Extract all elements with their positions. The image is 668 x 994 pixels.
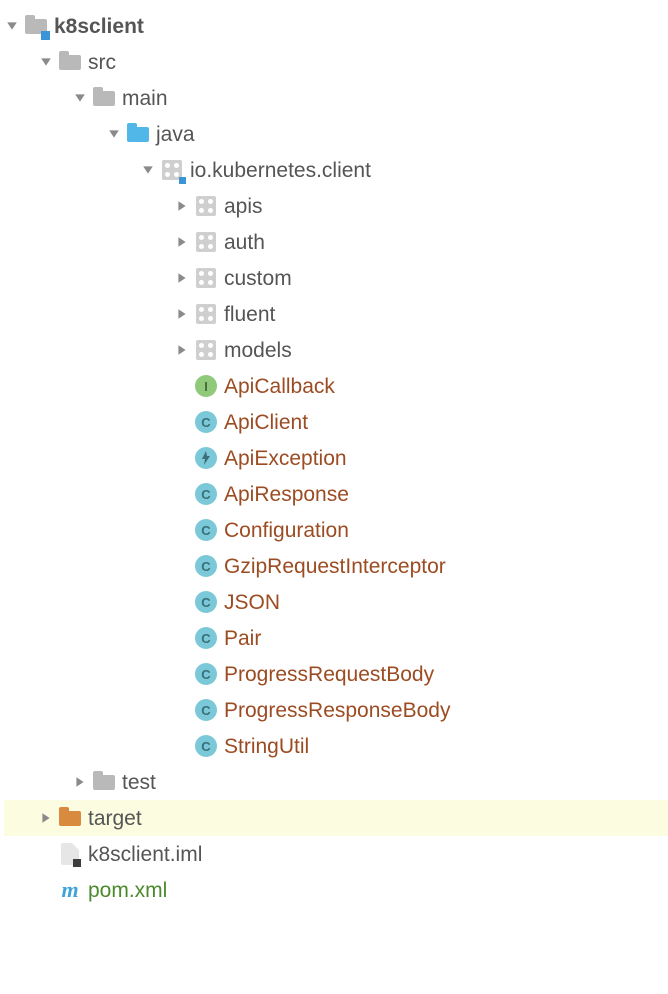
maven-icon: m <box>58 878 82 902</box>
tree-item-label: models <box>224 340 292 361</box>
class-icon: C <box>194 590 218 614</box>
expand-arrow-open[interactable] <box>106 126 122 142</box>
tree-item-label: auth <box>224 232 265 253</box>
tree-item-class[interactable]: ApiException <box>4 440 668 476</box>
exception-icon <box>194 446 218 470</box>
package-icon <box>194 338 218 362</box>
tree-item-class[interactable]: C ProgressRequestBody <box>4 656 668 692</box>
tree-item-class[interactable]: C Pair <box>4 620 668 656</box>
tree-item-label: JSON <box>224 592 280 613</box>
tree-item-package[interactable]: io.kubernetes.client <box>4 152 668 188</box>
package-icon <box>194 230 218 254</box>
tree-item-label: ProgressResponseBody <box>224 700 450 721</box>
tree-item-label: apis <box>224 196 263 217</box>
tree-item-java[interactable]: java <box>4 116 668 152</box>
folder-icon <box>58 806 82 830</box>
tree-item-label: Configuration <box>224 520 349 541</box>
tree-item-subpackage[interactable]: models <box>4 332 668 368</box>
class-icon: C <box>194 518 218 542</box>
class-icon: C <box>194 482 218 506</box>
package-icon <box>194 302 218 326</box>
tree-item-iml[interactable]: k8sclient.iml <box>4 836 668 872</box>
tree-item-target[interactable]: target <box>4 800 668 836</box>
tree-item-class[interactable]: C ApiResponse <box>4 476 668 512</box>
tree-item-label: test <box>122 772 156 793</box>
expand-arrow-open[interactable] <box>140 162 156 178</box>
expand-arrow-closed[interactable] <box>174 270 190 286</box>
folder-icon <box>92 770 116 794</box>
project-tree: k8sclient src main java io.kubernetes.cl… <box>4 8 668 908</box>
class-icon: C <box>194 662 218 686</box>
tree-item-label: io.kubernetes.client <box>190 160 371 181</box>
expand-arrow-open[interactable] <box>4 18 20 34</box>
tree-item-class[interactable]: C GzipRequestInterceptor <box>4 548 668 584</box>
expand-arrow-open[interactable] <box>72 90 88 106</box>
folder-icon <box>92 86 116 110</box>
tree-item-label: target <box>88 808 142 829</box>
tree-item-label: java <box>156 124 195 145</box>
iml-file-icon <box>58 842 82 866</box>
tree-item-subpackage[interactable]: apis <box>4 188 668 224</box>
tree-item-label: GzipRequestInterceptor <box>224 556 446 577</box>
tree-item-label: ProgressRequestBody <box>224 664 434 685</box>
tree-item-label: fluent <box>224 304 275 325</box>
tree-item-main[interactable]: main <box>4 80 668 116</box>
tree-item-class[interactable]: C StringUtil <box>4 728 668 764</box>
tree-item-test[interactable]: test <box>4 764 668 800</box>
class-icon: C <box>194 626 218 650</box>
package-icon <box>160 158 184 182</box>
tree-item-subpackage[interactable]: fluent <box>4 296 668 332</box>
tree-item-label: k8sclient <box>54 16 144 37</box>
tree-item-label: ApiCallback <box>224 376 335 397</box>
class-icon: C <box>194 410 218 434</box>
tree-item-label: main <box>122 88 168 109</box>
tree-item-subpackage[interactable]: auth <box>4 224 668 260</box>
tree-item-class[interactable]: C ProgressResponseBody <box>4 692 668 728</box>
tree-item-label: custom <box>224 268 292 289</box>
class-icon: C <box>194 554 218 578</box>
class-icon: C <box>194 734 218 758</box>
expand-arrow-closed[interactable] <box>174 306 190 322</box>
tree-item-class[interactable]: C ApiClient <box>4 404 668 440</box>
expand-arrow-closed[interactable] <box>174 198 190 214</box>
tree-item-label: k8sclient.iml <box>88 844 202 865</box>
tree-item-label: StringUtil <box>224 736 309 757</box>
tree-item-label: ApiException <box>224 448 347 469</box>
tree-item-label: Pair <box>224 628 261 649</box>
folder-icon <box>126 122 150 146</box>
expand-arrow-closed[interactable] <box>174 234 190 250</box>
tree-item-class[interactable]: I ApiCallback <box>4 368 668 404</box>
expand-arrow-closed[interactable] <box>38 810 54 826</box>
folder-icon <box>24 14 48 38</box>
expand-arrow-closed[interactable] <box>72 774 88 790</box>
tree-item-subpackage[interactable]: custom <box>4 260 668 296</box>
tree-item-root[interactable]: k8sclient <box>4 8 668 44</box>
expand-arrow-closed[interactable] <box>174 342 190 358</box>
expand-arrow-open[interactable] <box>38 54 54 70</box>
package-icon <box>194 194 218 218</box>
package-icon <box>194 266 218 290</box>
tree-item-label: pom.xml <box>88 880 167 901</box>
tree-item-label: src <box>88 52 116 73</box>
tree-item-class[interactable]: C JSON <box>4 584 668 620</box>
class-icon: C <box>194 698 218 722</box>
tree-item-src[interactable]: src <box>4 44 668 80</box>
folder-icon <box>58 50 82 74</box>
tree-item-class[interactable]: C Configuration <box>4 512 668 548</box>
tree-item-pom[interactable]: m pom.xml <box>4 872 668 908</box>
tree-item-label: ApiClient <box>224 412 308 433</box>
interface-icon: I <box>194 374 218 398</box>
tree-item-label: ApiResponse <box>224 484 349 505</box>
